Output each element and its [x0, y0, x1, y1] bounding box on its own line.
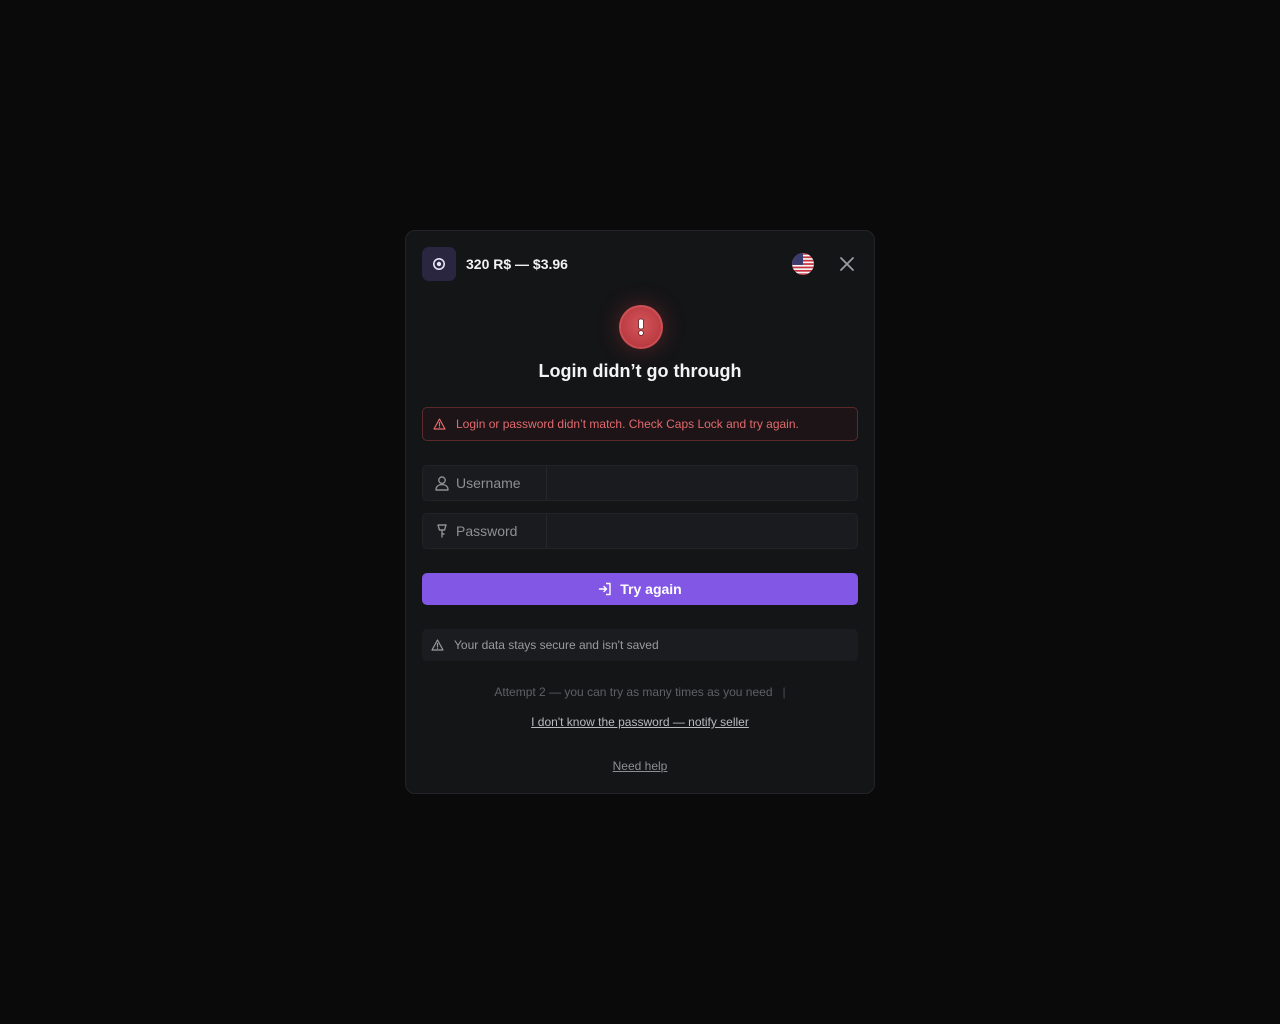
username-field[interactable]: Username — [422, 465, 858, 501]
login-icon — [599, 582, 611, 596]
us-flag-icon[interactable] — [792, 253, 814, 275]
robux-icon — [422, 247, 456, 281]
password-label: Password — [456, 523, 518, 539]
username-label-group: Username — [423, 466, 547, 500]
error-status-badge — [619, 305, 663, 349]
notify-seller-link[interactable]: I don't know the password — notify selle… — [531, 715, 749, 729]
user-icon — [435, 476, 449, 491]
notify-seller-row: I don't know the password — notify selle… — [406, 715, 874, 729]
help-row: Need help — [406, 759, 874, 773]
exclamation-icon — [638, 318, 644, 336]
login-modal: 320 R$ — $3.96 Login didn’t go through L… — [405, 230, 875, 794]
close-button[interactable] — [836, 253, 858, 275]
product-price: 320 R$ — $3.96 — [466, 256, 568, 272]
page-title: Login didn’t go through — [538, 361, 742, 381]
security-notice-text: Your data stays secure and isn't saved — [454, 638, 659, 652]
close-icon — [840, 257, 854, 271]
warning-triangle-icon — [431, 639, 444, 651]
error-alert: Login or password didn’t match. Check Ca… — [422, 407, 858, 441]
password-input[interactable] — [547, 514, 857, 548]
username-input[interactable] — [547, 466, 857, 500]
security-notice: Your data stays secure and isn't saved — [422, 629, 858, 661]
password-field[interactable]: Password — [422, 513, 858, 549]
need-help-link[interactable]: Need help — [613, 759, 668, 773]
modal-header: 320 R$ — $3.96 — [422, 247, 858, 281]
attempt-separator: | — [782, 685, 786, 699]
try-again-button[interactable]: Try again — [422, 573, 858, 605]
try-again-label: Try again — [620, 581, 682, 597]
error-message: Login or password didn’t match. Check Ca… — [456, 417, 799, 431]
password-label-group: Password — [423, 514, 547, 548]
attempt-text: Attempt 2 — you can try as many times as… — [494, 685, 773, 699]
warning-triangle-icon — [433, 418, 446, 430]
username-label: Username — [456, 475, 521, 491]
key-icon — [437, 524, 447, 538]
attempt-counter: Attempt 2 — you can try as many times as… — [406, 685, 874, 699]
